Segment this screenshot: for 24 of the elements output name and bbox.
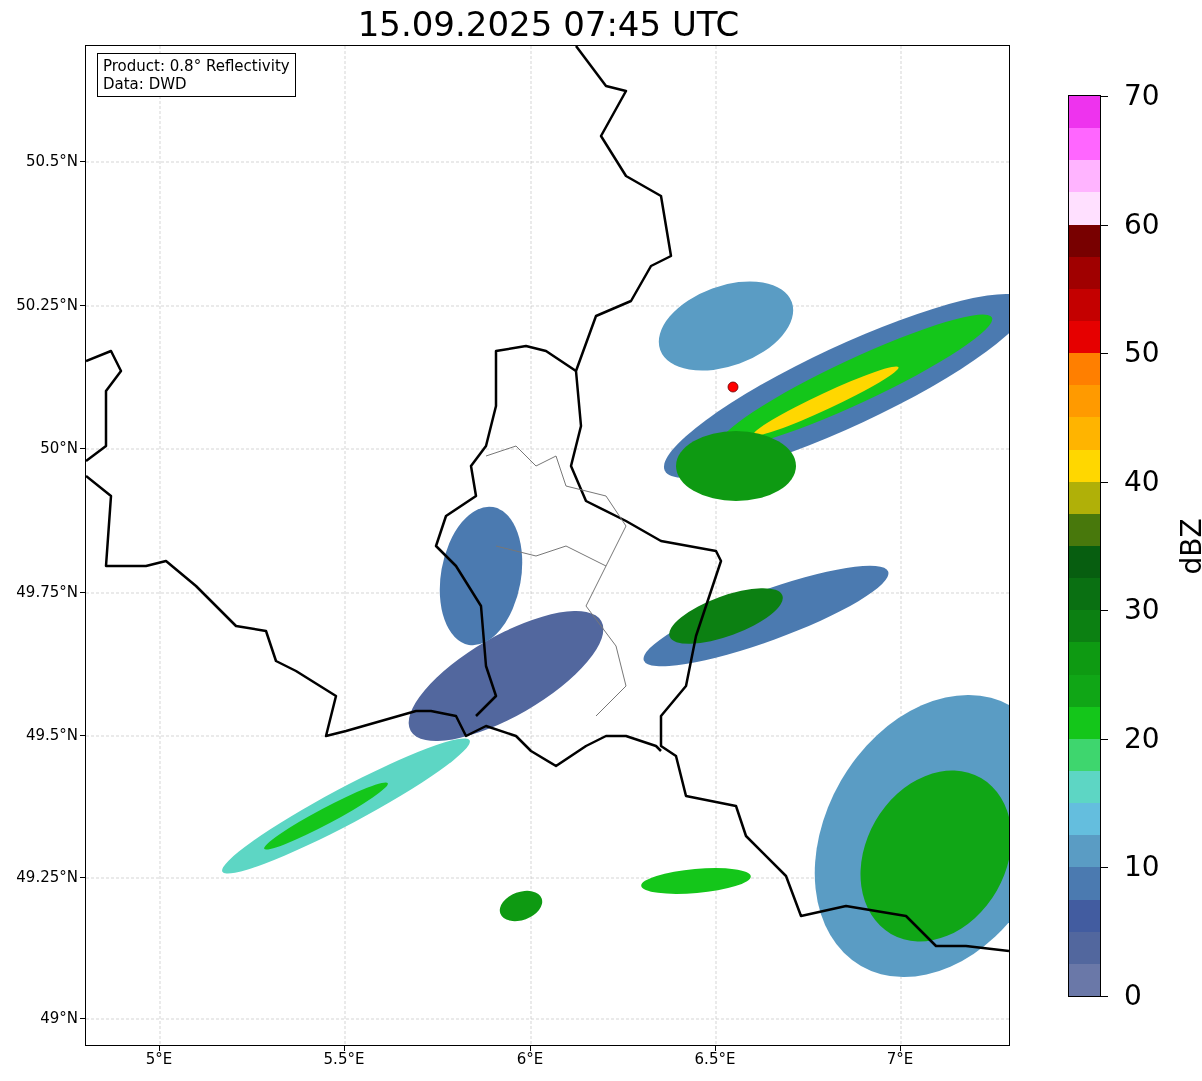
axis-tick-label: 5.5°E xyxy=(323,1050,365,1068)
scale-tick-label: 50 xyxy=(1124,338,1160,369)
axis-tick-label: 49°N xyxy=(40,1009,78,1027)
scale-tick-label: 20 xyxy=(1124,723,1160,754)
axis-tick-label: 50.25°N xyxy=(16,296,78,314)
scale-tick-label: 40 xyxy=(1124,466,1160,497)
scale-tick-label: 10 xyxy=(1124,852,1160,883)
scale-label: dBZ xyxy=(1174,518,1202,575)
axis-tick-label: 6°E xyxy=(516,1050,544,1068)
scale-tick-label: 0 xyxy=(1124,981,1142,1011)
axis-tick-label: 6.5°E xyxy=(694,1050,736,1068)
axis-tick-label: 5°E xyxy=(145,1050,173,1068)
axis-tick-label: 49.75°N xyxy=(16,583,78,601)
chart-title: 15.09.2025 07:45 UTC xyxy=(356,4,741,44)
axis-tick-label: 50.5°N xyxy=(25,152,78,170)
axis-tick-label: 49.5°N xyxy=(25,726,78,744)
axis-tick-label: 49.25°N xyxy=(16,868,78,886)
axis-tick-label: 7°E xyxy=(886,1050,914,1068)
scale-tick-label: 30 xyxy=(1124,595,1160,626)
info-text: Data: DWD xyxy=(103,75,188,93)
info-text: Product: 0.8° Reflectivity xyxy=(103,57,290,75)
scale-tick-label: 70 xyxy=(1124,81,1160,111)
axis-tick-label: 50°N xyxy=(40,439,78,457)
scale-tick-label: 60 xyxy=(1124,209,1160,240)
